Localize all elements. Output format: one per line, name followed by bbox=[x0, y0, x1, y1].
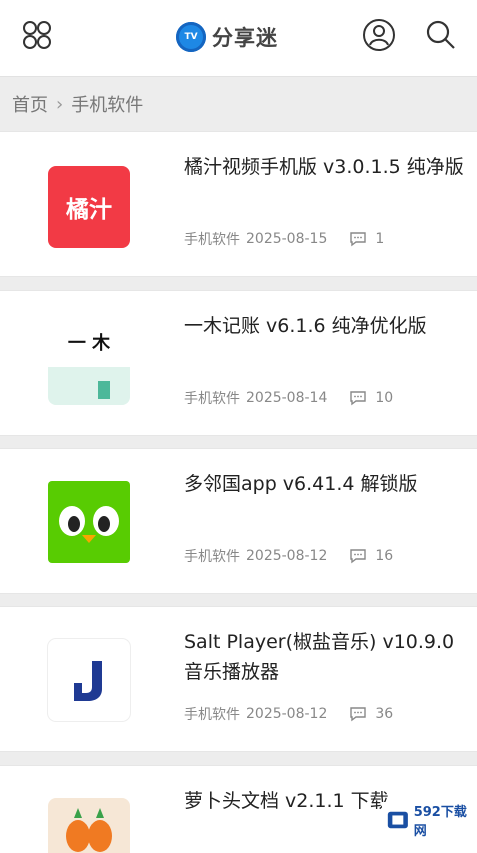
logo-badge: TV bbox=[176, 22, 206, 52]
article-category[interactable]: 手机软件 bbox=[184, 546, 240, 566]
icon-bg-block bbox=[48, 367, 130, 405]
app-icon-salt-player[interactable] bbox=[48, 639, 130, 721]
article-meta: 手机软件 2025-08-15 1 bbox=[184, 229, 384, 249]
article-meta: 手机软件 2025-08-12 36 bbox=[184, 704, 393, 724]
search-icon[interactable] bbox=[424, 18, 458, 52]
site-logo[interactable]: TV 分享迷 bbox=[176, 20, 278, 54]
comment-icon bbox=[350, 232, 367, 247]
list-item[interactable]: 一 木 一木记账 v6.1.6 纯净优化版 手机软件 2025-08-14 10 bbox=[0, 290, 477, 436]
watermark-badge: 592下载网 bbox=[382, 802, 474, 839]
comment-icon bbox=[350, 707, 367, 722]
list-item[interactable]: Salt Player(椒盐音乐) v10.9.0 音乐播放器 手机软件 202… bbox=[0, 606, 477, 752]
article-title[interactable]: 橘汁视频手机版 v3.0.1.5 纯净版 bbox=[184, 152, 469, 182]
watermark-text: 592下载网 bbox=[413, 805, 467, 839]
article-meta: 手机软件 2025-08-12 16 bbox=[184, 546, 393, 566]
article-title[interactable]: 一木记账 v6.1.6 纯净优化版 bbox=[184, 311, 469, 341]
comment-icon bbox=[350, 391, 367, 406]
article-date: 2025-08-12 bbox=[246, 548, 328, 564]
app-icon-duolingo[interactable] bbox=[48, 481, 130, 563]
salt-logo-icon bbox=[74, 661, 102, 701]
article-meta: 手机软件 2025-08-14 10 bbox=[184, 388, 393, 408]
article-title[interactable]: 多邻国app v6.41.4 解锁版 bbox=[184, 469, 469, 499]
download-site-logo-icon bbox=[387, 811, 408, 829]
article-date: 2025-08-12 bbox=[246, 706, 328, 722]
breadcrumb-current[interactable]: 手机软件 bbox=[71, 91, 143, 117]
user-icon[interactable] bbox=[362, 18, 396, 52]
app-icon-radish[interactable] bbox=[48, 798, 130, 853]
owl-face-icon bbox=[59, 506, 119, 543]
breadcrumb-home[interactable]: 首页 bbox=[12, 91, 48, 117]
article-title[interactable]: Salt Player(椒盐音乐) v10.9.0 音乐播放器 bbox=[184, 627, 469, 687]
menu-grid-icon[interactable] bbox=[20, 18, 54, 52]
list-item[interactable]: 多邻国app v6.41.4 解锁版 手机软件 2025-08-12 16 bbox=[0, 448, 477, 594]
breadcrumb: 首页 › 手机软件 bbox=[0, 77, 477, 131]
article-category[interactable]: 手机软件 bbox=[184, 704, 240, 724]
article-date: 2025-08-14 bbox=[246, 390, 328, 406]
comment-count: 16 bbox=[349, 548, 393, 564]
comment-count: 36 bbox=[349, 706, 393, 722]
carrot-icon bbox=[66, 808, 112, 852]
comment-count: 10 bbox=[349, 390, 393, 406]
list-item[interactable]: 橘汁 橘汁视频手机版 v3.0.1.5 纯净版 手机软件 2025-08-15 … bbox=[0, 131, 477, 277]
app-icon-yimu[interactable]: 一 木 bbox=[48, 323, 130, 405]
comment-icon bbox=[350, 549, 367, 564]
breadcrumb-separator: › bbox=[56, 93, 64, 115]
app-icon-orange-juice[interactable]: 橘汁 bbox=[48, 166, 130, 248]
pencil-icon bbox=[98, 381, 110, 399]
comment-count: 1 bbox=[349, 231, 384, 247]
logo-text: 分享迷 bbox=[212, 26, 278, 50]
top-bar: TV 分享迷 bbox=[0, 0, 477, 77]
app-icon-yimu-text: 一 木 bbox=[67, 333, 111, 354]
article-date: 2025-08-15 bbox=[246, 231, 328, 247]
article-category[interactable]: 手机软件 bbox=[184, 229, 240, 249]
article-category[interactable]: 手机软件 bbox=[184, 388, 240, 408]
